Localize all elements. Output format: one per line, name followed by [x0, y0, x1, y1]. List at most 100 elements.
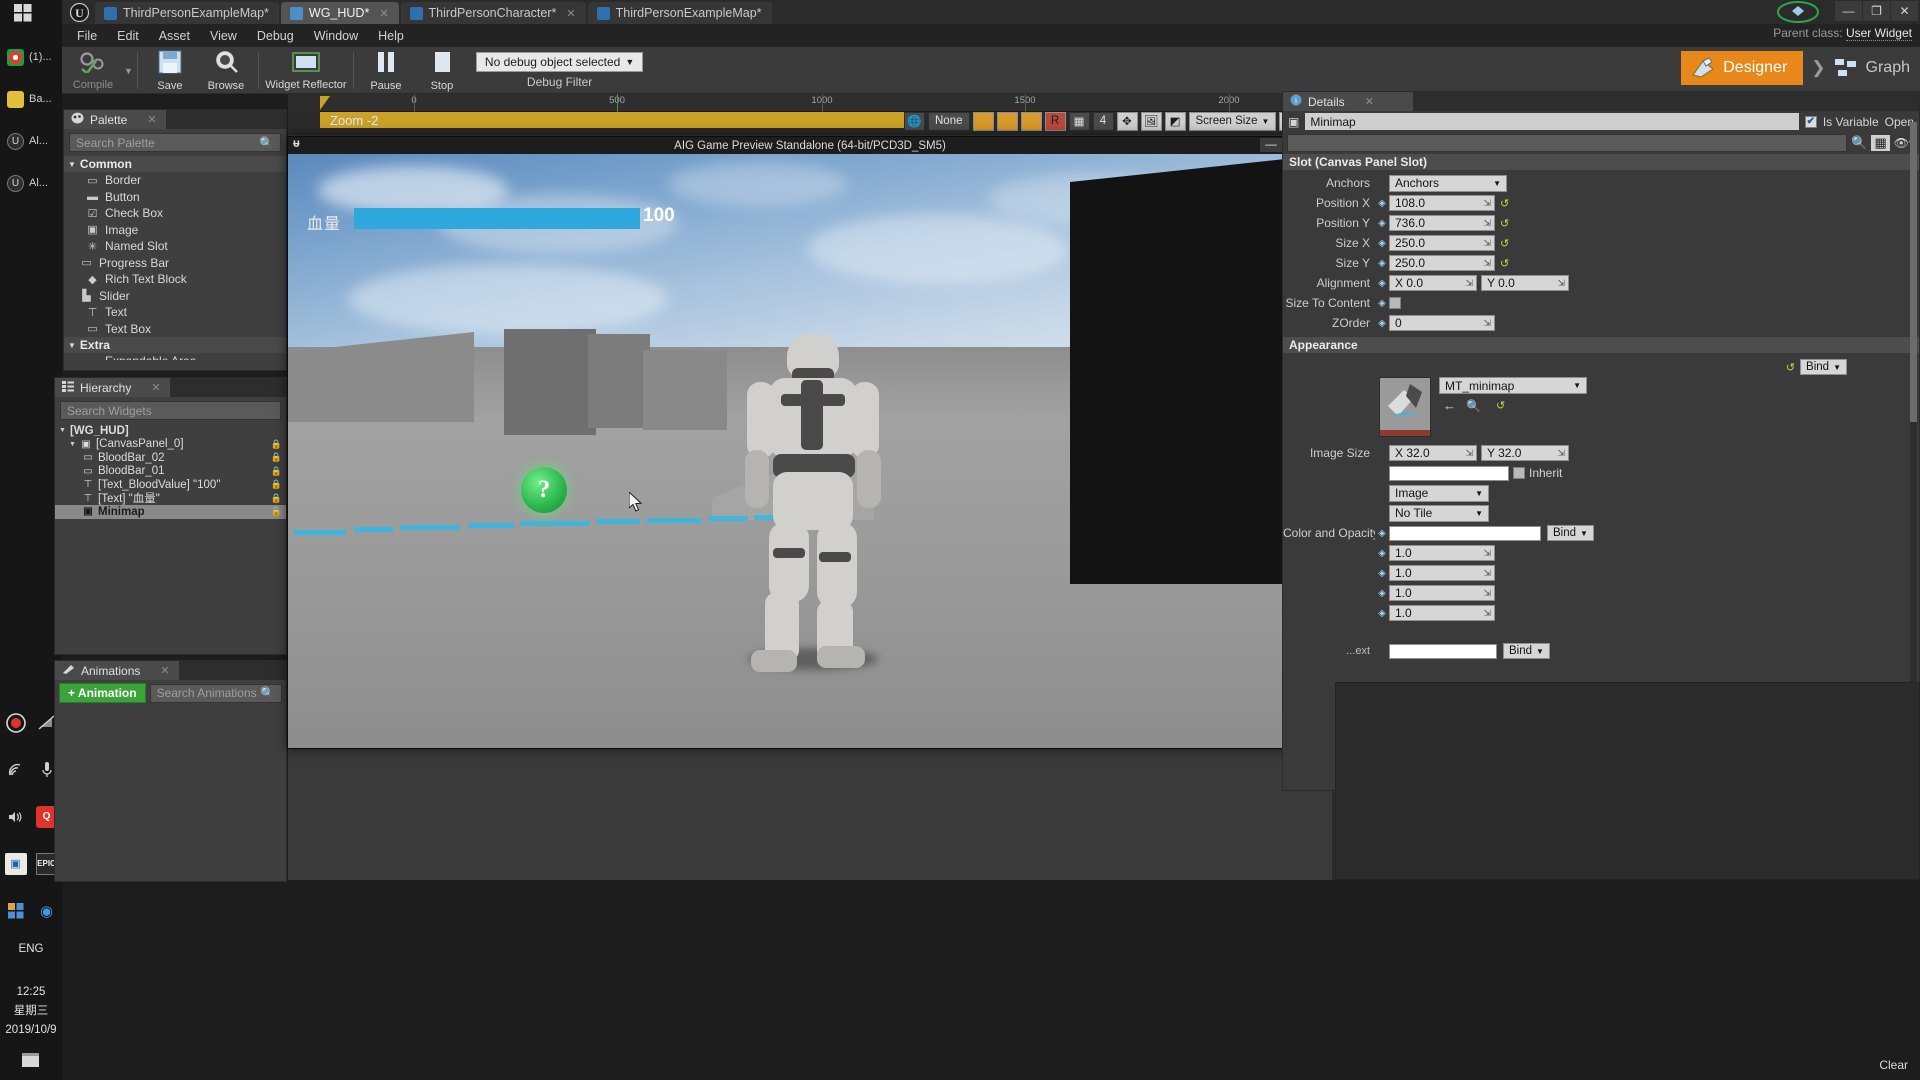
palette-item-check-box[interactable]: ☑ Check Box — [64, 205, 286, 222]
details-search-input[interactable] — [1287, 134, 1848, 152]
chevron-down-icon[interactable]: ▼ — [59, 427, 66, 434]
lock-icon[interactable]: 🔒 — [271, 439, 282, 450]
palette-item-text-box[interactable]: ▭ Text Box — [64, 321, 286, 338]
hierarchy-search-input[interactable]: Search Widgets — [60, 401, 281, 420]
app-icon[interactable]: ▣ — [4, 852, 27, 875]
reset-icon[interactable]: ↺ — [1500, 257, 1509, 270]
tree-item-minimap[interactable]: ▣ Minimap 🔒 — [55, 505, 286, 519]
sticky-note-icon[interactable] — [20, 1049, 42, 1071]
stop-button[interactable]: Stop — [414, 47, 470, 94]
close-icon[interactable]: ✕ — [160, 664, 169, 677]
add-animation-button[interactable]: + Animation — [59, 683, 146, 703]
tree-item-wg-hud[interactable]: ▼ [WG_HUD] — [55, 424, 286, 438]
minimize-button[interactable]: — — [1835, 1, 1862, 21]
spinner-icon[interactable]: ⇲ — [1483, 608, 1491, 619]
lock-icon[interactable]: 🔒 — [271, 493, 282, 504]
menu-asset[interactable]: Asset — [149, 26, 200, 46]
event-bind-button[interactable]: Bind ▼ — [1503, 643, 1550, 659]
color-opacity-swatch[interactable] — [1389, 525, 1541, 541]
tree-item-bloodbar-01[interactable]: ▭ BloodBar_01 🔒 — [55, 465, 286, 479]
reset-icon[interactable]: ↺ — [1786, 361, 1795, 374]
close-icon[interactable]: ✕ — [151, 381, 160, 394]
color-b-input[interactable]: 1.0 ⇲ — [1389, 585, 1495, 601]
color-bind-button[interactable]: Bind ▼ — [1547, 525, 1594, 541]
image-size-x-input[interactable]: X 32.0 ⇲ — [1389, 445, 1477, 461]
spinner-icon[interactable]: ⇲ — [1483, 318, 1491, 329]
spinner-icon[interactable]: ⇲ — [1557, 278, 1565, 289]
alignment-y-input[interactable]: Y 0.0 ⇲ — [1481, 275, 1569, 291]
orange-swatch-1[interactable] — [972, 111, 994, 131]
taskbar-item-folder[interactable]: Ba... — [0, 78, 62, 120]
palette-tab[interactable]: Palette ✕ — [64, 110, 166, 129]
palette-item-image[interactable]: ▣ Image — [64, 222, 286, 239]
palette-group-common[interactable]: ▼ Common — [64, 156, 286, 172]
is-variable-checkbox[interactable]: ✔ — [1804, 115, 1817, 128]
fit-button[interactable]: ✥ — [1116, 111, 1138, 131]
lock-icon[interactable]: 🔒 — [271, 479, 282, 490]
red-r-button[interactable]: R — [1044, 111, 1066, 131]
widget-name-input[interactable]: Minimap — [1305, 113, 1799, 130]
edge-icon[interactable]: ◉ — [36, 900, 58, 922]
draw-as-dropdown[interactable]: Image ▼ — [1389, 484, 1489, 502]
lock-icon[interactable]: 🔒 — [271, 452, 282, 463]
designer-mode-button[interactable]: Designer — [1681, 51, 1804, 85]
spinner-icon[interactable]: ⇲ — [1483, 198, 1491, 209]
close-button[interactable]: ✕ — [1891, 1, 1918, 21]
tab-wg-hud[interactable]: WG_HUD* ✕ — [280, 2, 399, 24]
size-y-input[interactable]: 250.0 ⇲ — [1389, 255, 1495, 271]
compile-options-dropdown[interactable]: ▼ — [124, 47, 133, 94]
event-field[interactable] — [1389, 643, 1497, 659]
tiling-dropdown[interactable]: No Tile ▼ — [1389, 504, 1489, 522]
graph-mode-button[interactable]: Graph — [1834, 57, 1910, 79]
reset-icon[interactable]: ↺ — [1500, 237, 1509, 250]
close-icon[interactable]: ✕ — [1365, 95, 1374, 108]
none-dropdown[interactable]: None — [928, 111, 970, 131]
palette-group-extra[interactable]: ▼ Extra — [64, 337, 286, 353]
tree-item-text-bloodvalue[interactable]: ⊤ [Text_BloodValue] "100" 🔒 — [55, 478, 286, 492]
game-viewport[interactable]: ? 血量 100 — [288, 154, 1332, 748]
compile-button[interactable]: Compile — [62, 47, 124, 94]
spinner-icon[interactable]: ⇲ — [1483, 548, 1491, 559]
grid-size-button[interactable]: 4 — [1092, 111, 1114, 131]
reset-icon[interactable]: ↺ — [1500, 197, 1509, 210]
spinner-icon[interactable]: ⇲ — [1483, 258, 1491, 269]
tint-color-swatch[interactable] — [1389, 465, 1509, 481]
browse-button[interactable]: Browse — [198, 47, 254, 94]
taskbar-item-unreal-2[interactable]: U Al... — [0, 162, 62, 204]
close-icon[interactable]: ✕ — [566, 7, 575, 20]
animations-search-input[interactable]: Search Animations 🔍 — [149, 683, 282, 703]
spinner-icon[interactable]: ⇲ — [1483, 238, 1491, 249]
menu-file[interactable]: File — [67, 26, 107, 46]
taskbar-item-chrome[interactable]: (1)... — [0, 36, 62, 78]
orange-swatch-3[interactable] — [1020, 111, 1042, 131]
widget-reflector-button[interactable]: Widget Reflector — [263, 47, 349, 94]
reset-icon[interactable]: ↺ — [1496, 399, 1505, 412]
minimap-thumbnail[interactable] — [1379, 377, 1431, 437]
tree-item-bloodbar-02[interactable]: ▭ BloodBar_02 🔒 — [55, 451, 286, 465]
color-r-input[interactable]: 1.0 ⇲ — [1389, 545, 1495, 561]
start-button[interactable] — [0, 0, 62, 26]
save-button[interactable]: Save — [142, 47, 198, 94]
palette-item-slider[interactable]: ▙ Slider — [64, 288, 286, 305]
brush-bind-button[interactable]: Bind ▼ — [1800, 359, 1847, 375]
details-section-appearance[interactable]: Appearance — [1283, 337, 1919, 354]
lock-icon[interactable]: 🔒 — [271, 506, 282, 517]
size-to-content-checkbox[interactable] — [1389, 297, 1401, 309]
search-icon[interactable]: 🔍 — [1851, 135, 1867, 151]
spinner-icon[interactable]: ⇲ — [1483, 588, 1491, 599]
brush-asset-dropdown[interactable]: MT_minimap ▼ — [1439, 377, 1587, 394]
grid-toggle-button[interactable]: ▦ — [1068, 111, 1090, 131]
inherit-checkbox[interactable] — [1513, 467, 1525, 479]
position-y-input[interactable]: 736.0 ⇲ — [1389, 215, 1495, 231]
lock-icon[interactable]: 🔒 — [271, 466, 282, 477]
palette-item-named-slot[interactable]: ✳ Named Slot — [64, 238, 286, 255]
close-icon[interactable]: ✕ — [147, 113, 156, 126]
wifi-icon[interactable] — [5, 759, 27, 781]
reset-icon[interactable]: ↺ — [1500, 217, 1509, 230]
menu-debug[interactable]: Debug — [247, 26, 304, 46]
pause-button[interactable]: Pause — [358, 47, 414, 94]
spinner-icon[interactable]: ⇲ — [1465, 448, 1473, 459]
details-scrollbar-track[interactable] — [1910, 122, 1917, 682]
menu-view[interactable]: View — [200, 26, 247, 46]
zorder-input[interactable]: 0 ⇲ — [1389, 315, 1495, 331]
